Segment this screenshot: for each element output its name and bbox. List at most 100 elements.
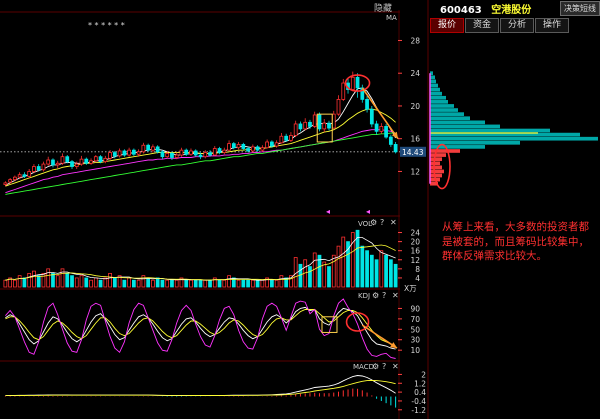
volume-bar <box>79 275 84 288</box>
tab-analysis[interactable]: 分析 <box>500 18 534 33</box>
tab-funds[interactable]: 资金 <box>465 18 499 33</box>
volume-bar <box>93 277 98 288</box>
volume-bar <box>236 279 241 288</box>
candle-body <box>279 135 284 144</box>
chip-bar <box>430 173 442 178</box>
volume-bar <box>270 279 274 288</box>
close-icon[interactable]: ✕ <box>390 218 397 227</box>
help-icon[interactable]: ? <box>382 362 386 371</box>
candle-body <box>317 114 322 130</box>
candle-body <box>160 151 165 158</box>
candle-body <box>93 156 98 162</box>
volume-bar <box>127 277 131 288</box>
candle-body <box>260 147 265 151</box>
volume-bar <box>60 268 65 288</box>
candle-body <box>51 159 55 166</box>
candle-body <box>227 143 231 151</box>
settings-icon[interactable]: ⚙ <box>370 218 377 227</box>
candle-body <box>184 149 189 155</box>
annotation-text: 从筹上来看，大多数的投资者都是被套的，而且筹码比较集中，群体反弹需求比较大。 <box>442 221 589 262</box>
candle-body <box>327 122 331 129</box>
chip-bar <box>430 157 442 162</box>
chart-frame <box>0 0 600 419</box>
chip-bar <box>430 100 448 104</box>
macd-tick-label: -1.2 <box>411 406 426 415</box>
volume-tick-label: 24 <box>410 229 420 238</box>
stock-name: 空港股份 <box>491 5 532 16</box>
volume-bar <box>208 279 212 288</box>
volume-bar <box>255 279 260 288</box>
candle-body <box>212 148 217 156</box>
close-icon[interactable]: ✕ <box>392 362 399 371</box>
price-panel-label: MA <box>386 14 397 22</box>
candle-body <box>155 146 160 153</box>
chip-bar <box>430 79 436 84</box>
kdj-tick-label: 70 <box>410 315 420 324</box>
candle-body <box>374 123 379 132</box>
volume-bar <box>350 232 355 288</box>
candle-body <box>293 123 298 136</box>
settings-icon[interactable]: ⚙ <box>372 291 379 300</box>
chip-bar <box>430 136 598 141</box>
tab-quote[interactable]: 报价 <box>430 18 464 33</box>
volume-tick-label: 12 <box>410 256 420 265</box>
candle-body <box>22 174 27 177</box>
help-icon[interactable]: ? <box>380 218 384 227</box>
close-icon[interactable]: ✕ <box>392 291 399 300</box>
volume-bar <box>65 272 70 288</box>
price-tick-label: 12 <box>410 167 420 176</box>
price-tick-label: 20 <box>410 102 420 111</box>
volume-bar <box>151 279 155 288</box>
candle-body <box>127 149 131 156</box>
volume-bar <box>103 277 108 288</box>
chip-bar <box>430 116 470 121</box>
candle-body <box>55 162 60 166</box>
candle-body <box>246 148 250 152</box>
chip-bar <box>430 165 442 170</box>
volume-bar <box>74 277 79 288</box>
candle-body <box>265 141 270 149</box>
chip-bar <box>430 108 458 112</box>
candle-body <box>393 144 398 153</box>
tab-operation[interactable]: 操作 <box>535 18 569 33</box>
volume-bar <box>279 275 284 288</box>
candle-body <box>298 123 303 130</box>
candle-body <box>312 114 317 127</box>
chip-bar <box>430 149 460 153</box>
chip-bar <box>430 120 485 125</box>
candle-body <box>255 146 260 151</box>
volume-bar <box>108 272 112 288</box>
volume-bar <box>374 259 379 288</box>
volume-bar <box>174 279 179 288</box>
candle-body <box>79 158 84 165</box>
volume-bar <box>155 277 160 288</box>
volume-bar <box>369 254 374 288</box>
candle-body <box>350 76 355 90</box>
macd-tick-label: -0.4 <box>411 397 426 406</box>
hide-link[interactable]: 隐藏 <box>374 1 392 14</box>
volume-bar <box>112 277 117 288</box>
candle-body <box>241 144 246 149</box>
decision-shortline-button[interactable]: 决策短线 <box>560 1 600 16</box>
candle-body <box>308 121 312 127</box>
volume-bar <box>365 250 369 288</box>
volume-bar <box>241 279 246 288</box>
marker-triangle: ◂ <box>366 207 370 216</box>
candle-body <box>250 146 255 152</box>
candle-body <box>151 146 155 151</box>
candle-body <box>365 99 369 110</box>
chip-bar <box>430 104 454 108</box>
volume-bar <box>55 275 60 288</box>
candle-body <box>8 179 13 183</box>
candle-body <box>131 149 136 155</box>
candle-body <box>222 149 227 154</box>
volume-bar <box>98 279 103 288</box>
settings-icon[interactable]: ⚙ <box>372 362 379 371</box>
help-icon[interactable]: ? <box>382 291 386 300</box>
volume-bar <box>189 279 193 288</box>
candle-body <box>179 149 184 156</box>
volume-bar <box>336 245 341 288</box>
candle-body <box>341 82 346 100</box>
chip-bar <box>430 91 442 96</box>
volume-bar <box>360 245 365 288</box>
